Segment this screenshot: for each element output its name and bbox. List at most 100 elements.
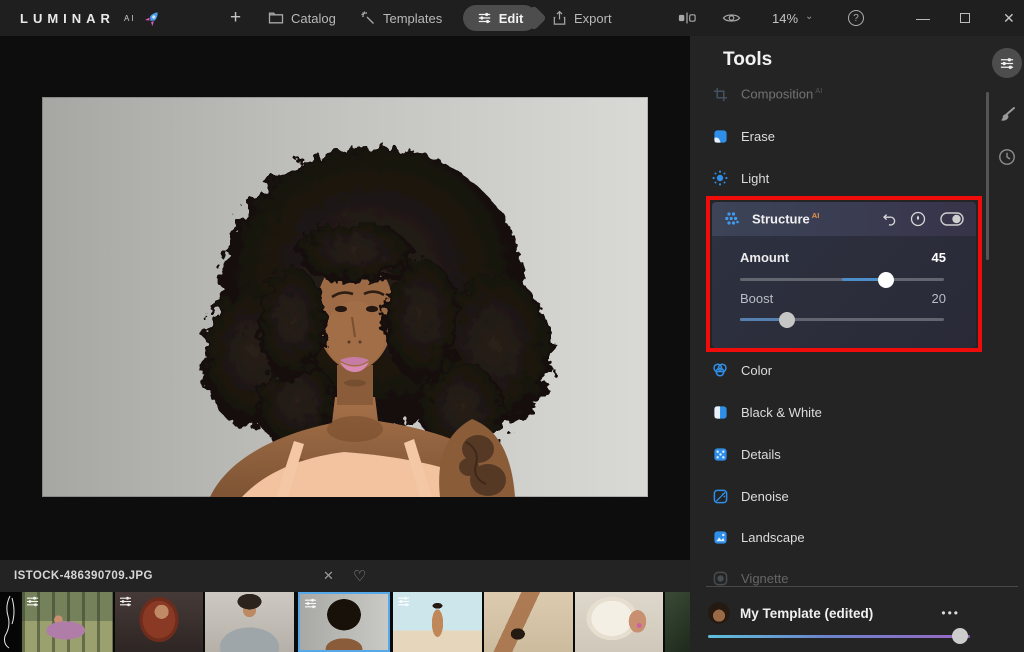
thumbnail-man[interactable] — [205, 592, 294, 652]
reject-photo-button[interactable]: ✕ — [323, 560, 334, 592]
window-minimize-button[interactable]: — — [916, 0, 930, 36]
chevron-down-icon: ⌄ — [805, 10, 814, 22]
plus-icon: + — [230, 7, 242, 28]
tool-label: Black & White — [741, 404, 822, 420]
sliders-icon — [477, 11, 492, 25]
tab-edit-active[interactable]: Edit — [463, 5, 537, 31]
eye-icon — [722, 14, 741, 22]
ai-superscript: AI — [815, 86, 823, 96]
rocket-icon — [143, 9, 162, 28]
tool-enabled-toggle[interactable] — [940, 212, 964, 226]
window-close-button[interactable]: ✕ — [1003, 0, 1015, 36]
vignette-icon — [712, 570, 728, 586]
panel-divider — [706, 586, 1018, 587]
thumbnail-redhead[interactable] — [115, 592, 203, 652]
rail-brush-button[interactable] — [998, 106, 1016, 124]
amount-slider-label: Amount — [740, 250, 790, 265]
structure-header[interactable]: Structure AI — [712, 202, 976, 236]
maximize-icon — [960, 13, 970, 23]
current-filename: ISTOCK-486390709.JPG — [14, 570, 153, 582]
panel-title: Tools — [723, 49, 773, 70]
add-photos-button[interactable]: + — [230, 0, 241, 36]
tab-templates[interactable]: Templates — [360, 0, 442, 36]
thumbnail-hat[interactable] — [575, 592, 663, 652]
thumbnail-sketch[interactable] — [0, 592, 20, 652]
edited-badge-icon — [120, 596, 131, 607]
thumbnail-sand[interactable] — [484, 592, 573, 652]
tool-label: Landscape — [741, 529, 805, 545]
boost-slider-handle[interactable] — [778, 311, 795, 328]
tab-templates-label: Templates — [383, 10, 443, 26]
reset-undo-button[interactable] — [881, 212, 896, 227]
amount-slider[interactable] — [740, 271, 944, 288]
window-maximize-button[interactable] — [960, 0, 970, 36]
luminar-app-window: LUMINAR AI + Catalog Templates Edit Expo… — [0, 0, 1024, 652]
tool-label: Color — [741, 362, 773, 378]
tool-item-vignette[interactable]: Vignette — [712, 568, 788, 588]
compare-icon — [678, 12, 696, 24]
edited-badge-icon — [305, 598, 316, 609]
thumbnail-meadow[interactable] — [22, 592, 113, 652]
tool-label: Details — [741, 446, 781, 462]
edited-badge-icon — [27, 596, 38, 607]
tools-panel: Tools Composition AI Erase Light Structu… — [690, 36, 1024, 652]
logo-text: LUMINAR — [20, 10, 115, 26]
template-slider-handle[interactable] — [951, 628, 968, 644]
amount-slider-handle[interactable] — [877, 271, 894, 288]
eraser-icon — [712, 128, 728, 144]
editing-canvas[interactable] — [0, 36, 690, 560]
file-info-bar: ISTOCK-486390709.JPG ✕ ♡ — [0, 560, 690, 592]
close-icon: ✕ — [1003, 9, 1015, 26]
template-menu-dots-icon[interactable]: ••• — [941, 606, 960, 620]
thumbnail-beach[interactable] — [393, 592, 482, 652]
panel-scrollbar[interactable] — [986, 92, 989, 260]
close-x-icon: ✕ — [323, 568, 334, 583]
favorite-button[interactable]: ♡ — [353, 560, 366, 592]
tool-item-details[interactable]: Details — [712, 444, 781, 464]
tool-item-light[interactable]: Light — [712, 168, 769, 188]
amount-slider-value: 45 — [931, 250, 946, 265]
thumbnail-partial[interactable] — [665, 592, 690, 652]
tool-item-erase[interactable]: Erase — [712, 126, 775, 146]
boost-slider[interactable] — [740, 311, 944, 328]
sliders-icon — [1000, 57, 1014, 69]
help-icon: ? — [848, 10, 864, 26]
brush-icon — [1001, 107, 1015, 121]
heart-icon: ♡ — [353, 568, 367, 585]
tool-item-denoise[interactable]: Denoise — [712, 486, 789, 506]
ai-superscript: AI — [811, 211, 820, 221]
compare-before-after-button[interactable] — [678, 0, 696, 36]
black-white-icon — [712, 404, 728, 420]
color-circles-icon — [712, 362, 728, 378]
thumbnail-selected-curly[interactable] — [298, 592, 390, 652]
tab-export-label: Export — [574, 10, 612, 26]
tool-item-landscape[interactable]: Landscape — [712, 527, 805, 547]
boost-slider-value: 20 — [931, 291, 946, 306]
top-bar: LUMINAR AI + Catalog Templates Edit Expo… — [0, 0, 1024, 36]
tool-item-composition[interactable]: Composition AI — [712, 84, 822, 104]
tool-item-color[interactable]: Color — [712, 360, 772, 380]
rail-history-button[interactable] — [998, 148, 1016, 166]
tool-label: Light — [741, 170, 770, 186]
portrait-photo — [42, 97, 648, 497]
template-bar[interactable]: My Template (edited) ••• — [708, 602, 1008, 624]
help-button[interactable]: ? — [848, 0, 864, 36]
tab-edit-label: Edit — [498, 10, 524, 26]
edit-mask-button[interactable] — [910, 211, 926, 227]
rail-edit-tools-button[interactable] — [992, 48, 1022, 78]
structure-tool-section: Structure AI Amount 45 Boost 20 — [712, 202, 976, 348]
zoom-level-control[interactable]: 14% ⌄ — [772, 0, 813, 36]
share-export-icon — [552, 10, 567, 26]
tab-catalog[interactable]: Catalog — [268, 0, 336, 36]
tool-item-black-white[interactable]: Black & White — [712, 402, 822, 422]
tab-catalog-label: Catalog — [291, 10, 336, 26]
quick-preview-button[interactable] — [722, 0, 741, 36]
tab-export[interactable]: Export — [552, 0, 612, 36]
details-halftone-icon — [712, 446, 728, 462]
zoom-level-value: 14% — [772, 10, 799, 26]
tool-label: Erase — [741, 128, 775, 144]
tool-label: Denoise — [741, 488, 789, 504]
template-slider-track — [708, 635, 970, 638]
template-amount-slider[interactable] — [708, 628, 970, 644]
boost-slider-label: Boost — [740, 291, 774, 306]
